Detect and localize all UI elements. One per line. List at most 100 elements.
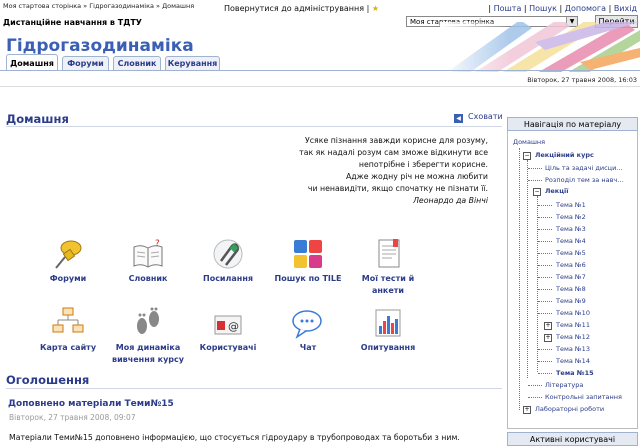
nav-literature[interactable]: Література — [545, 381, 583, 389]
shortcut-label[interactable]: Мої тести й — [350, 273, 426, 285]
return-admin-label[interactable]: Повернутися до адміністрування | — [224, 4, 369, 13]
quote-line: Адже жодну річ не можна любити — [345, 172, 488, 182]
nav-topic-2[interactable]: Тема №2 — [556, 213, 586, 221]
tree-branch — [538, 289, 552, 290]
nav-labs[interactable]: Лабораторні роботи — [535, 405, 604, 413]
survey-shortcut[interactable]: Опитування — [350, 306, 426, 354]
home-divider — [6, 126, 502, 127]
users-shortcut[interactable]: @ Користувачі — [190, 306, 266, 354]
star-icon[interactable]: ★ — [372, 4, 379, 13]
shortcut-label[interactable]: Пошук по TILE — [270, 273, 346, 285]
tab-divider — [0, 70, 640, 71]
tree-branch — [528, 397, 542, 398]
quote-block: Усяке пізнання завжди корисне для розуму… — [250, 135, 488, 208]
nav-topic-14[interactable]: Тема №14 — [556, 357, 590, 365]
hide-toggle[interactable]: ◀ Сховати — [454, 112, 503, 123]
forums-shortcut[interactable]: Форуми — [30, 237, 106, 285]
sitemap-shortcut[interactable]: Карта сайту — [30, 306, 106, 354]
footprints-icon — [137, 307, 159, 334]
nav-topic-15[interactable]: Тема №15 — [556, 369, 594, 377]
nav-goal[interactable]: Ціль та задачі дисци... — [545, 164, 623, 172]
nav-lectures[interactable]: Лекції — [545, 187, 569, 195]
shortcut-label[interactable]: Словник — [110, 273, 186, 285]
shortcut-label-line2[interactable]: вивчення курсу — [110, 354, 186, 366]
links-shortcut[interactable]: Посилання — [190, 237, 266, 285]
shortcut-label[interactable]: Посилання — [190, 273, 266, 285]
expand-icon[interactable]: + — [544, 322, 552, 330]
shortcut-label[interactable]: Моя динаміка — [110, 342, 186, 354]
shortcut-label[interactable]: Користувачі — [190, 342, 266, 354]
glossary-shortcut[interactable]: ? Словник — [110, 237, 186, 285]
course-title: Гідрогазодинаміка — [6, 36, 194, 56]
quote-line: непотрібне і зберегти корисне. — [358, 160, 488, 170]
post-title-link[interactable]: Доповнено матеріали Теми№15 — [8, 399, 174, 409]
top-links: | Пошта | Пошук | Допомога | Вихід — [488, 4, 637, 13]
nav-topic-13[interactable]: Тема №13 — [556, 345, 590, 353]
tree-branch — [538, 277, 552, 278]
date-divider — [0, 86, 640, 87]
tree-branch — [538, 241, 552, 242]
progress-shortcut[interactable]: Моя динаміка вивчення курсу — [110, 306, 186, 366]
tab-glossary[interactable]: Словник — [113, 56, 161, 70]
collapse-icon[interactable]: − — [523, 152, 531, 160]
tab-bar: Домашня Форуми Словник Керування — [0, 54, 640, 71]
mail-link[interactable]: Пошта — [494, 4, 522, 13]
tab-forums[interactable]: Форуми — [62, 56, 109, 70]
blocks-icon — [294, 240, 322, 268]
nav-topic-8[interactable]: Тема №8 — [556, 285, 586, 293]
document-icon — [378, 239, 400, 268]
chat-shortcut[interactable]: Чат — [270, 306, 346, 354]
nav-topic-11[interactable]: Тема №11 — [556, 321, 590, 329]
current-date: Вівторок, 27 травня 2008, 16:03 — [527, 76, 637, 84]
paperclip-icon — [213, 239, 243, 269]
tab-home[interactable]: Домашня — [6, 54, 58, 71]
shortcut-label[interactable]: Карта сайту — [30, 342, 106, 354]
nav-topic-3[interactable]: Тема №3 — [556, 225, 586, 233]
nav-topic-4[interactable]: Тема №4 — [556, 237, 586, 245]
expand-icon[interactable]: + — [544, 334, 552, 342]
shortcut-label[interactable]: Опитування — [350, 342, 426, 354]
announcements-divider — [6, 388, 502, 389]
hide-arrow-icon[interactable]: ◀ — [454, 114, 463, 123]
active-users-heading: Активні користувачі — [507, 432, 638, 446]
post-date: Вівторок, 27 травня 2008, 09:07 — [9, 413, 136, 422]
tile-search-shortcut[interactable]: Пошук по TILE — [270, 237, 346, 285]
logout-link[interactable]: Вихід — [614, 4, 637, 13]
shortcut-label[interactable]: Чат — [270, 342, 346, 354]
sitemap-icon — [52, 307, 84, 333]
tree-line — [537, 196, 538, 372]
quote-line: чи ненавидіти, якщо спочатку не пізнати … — [307, 184, 488, 194]
navigation-block-heading: Навігація по матеріалу — [507, 117, 638, 131]
nav-topic-5[interactable]: Тема №5 — [556, 249, 586, 257]
shortcut-label[interactable]: Форуми — [30, 273, 106, 285]
nav-topic-9[interactable]: Тема №9 — [556, 297, 586, 305]
tree-branch — [538, 301, 552, 302]
nav-topics-distribution[interactable]: Розподіл тем за навч... — [545, 176, 623, 184]
nav-topic-12[interactable]: Тема №12 — [556, 333, 590, 341]
nav-topic-10[interactable]: Тема №10 — [556, 309, 590, 317]
help-link[interactable]: Допомога — [565, 4, 606, 13]
nav-control-questions[interactable]: Контрольні запитання — [545, 393, 622, 401]
nav-topic-1[interactable]: Тема №1 — [556, 201, 586, 209]
hide-label[interactable]: Сховати — [468, 112, 503, 121]
tree-branch — [538, 229, 552, 230]
quote-line: Усяке пізнання завжди корисне для розуму… — [305, 136, 488, 145]
chat-icon — [292, 310, 322, 339]
expand-icon[interactable]: + — [523, 406, 531, 414]
users-icon: @ — [214, 315, 242, 335]
search-link[interactable]: Пошук — [529, 4, 557, 13]
tests-shortcut[interactable]: Мої тести й анкети — [350, 237, 426, 297]
breadcrumb[interactable]: Моя стартова сторінка » Гідрогазодинамік… — [3, 2, 194, 10]
tree-branch — [538, 265, 552, 266]
shortcut-label-line2[interactable]: анкети — [350, 285, 426, 297]
svg-text:?: ? — [155, 239, 160, 249]
tree-branch — [538, 349, 552, 350]
nav-lecture-course[interactable]: Лекційний курс — [535, 151, 594, 159]
return-admin-link[interactable]: Повернутися до адміністрування | ★ — [224, 4, 379, 13]
nav-topic-7[interactable]: Тема №7 — [556, 273, 586, 281]
tab-management[interactable]: Керування — [165, 56, 220, 70]
collapse-icon[interactable]: − — [533, 188, 541, 196]
nav-home-link[interactable]: Домашня — [513, 138, 545, 146]
nav-topic-6[interactable]: Тема №6 — [556, 261, 586, 269]
tree-branch — [538, 313, 552, 314]
